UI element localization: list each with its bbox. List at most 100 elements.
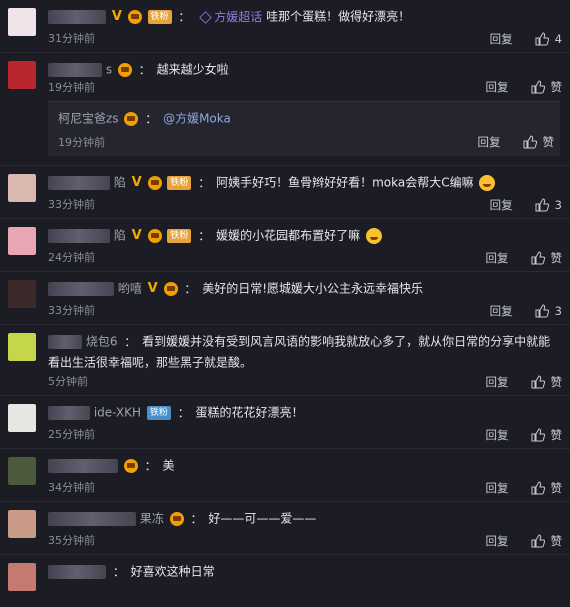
avatar[interactable] (8, 563, 36, 591)
like-button[interactable]: 赞 (531, 533, 563, 549)
crown-icon (124, 111, 139, 126)
username-blurred[interactable] (48, 334, 82, 349)
username-blurred[interactable] (48, 9, 106, 24)
thumbs-up-icon (531, 375, 545, 389)
like-button[interactable]: 3 (535, 304, 562, 318)
comment-text: 美 (162, 458, 175, 473)
avatar[interactable] (8, 457, 36, 485)
avatar[interactable] (8, 404, 36, 432)
comment-time: 33分钟前 (48, 304, 95, 317)
emoji-icon (365, 227, 382, 244)
thumbs-up-icon (531, 481, 545, 495)
like-button[interactable]: 赞 (531, 250, 563, 266)
comment-item: 果冻 ： 好——可——爱—— 35分钟前 回复 赞 (0, 502, 570, 555)
reply-button[interactable]: 回复 (490, 197, 513, 213)
avatar[interactable] (8, 280, 36, 308)
comment-item: 烧包6 ： 看到媛媛并没有受到风言风语的影响我就放心多了，就从你日常的分享中就能… (0, 325, 570, 396)
reply-button[interactable]: 回复 (486, 480, 509, 496)
comment-text: 媛媛的小花园都布置好了嘛 (216, 228, 361, 243)
comment-item: 陷 V 铁粉 ： 媛媛的小花园都布置好了嘛 24分钟前 回复 赞 (0, 219, 570, 272)
reply-button[interactable]: 回复 (486, 374, 509, 390)
like-button[interactable]: 赞 (523, 134, 555, 150)
username-blurred[interactable] (48, 458, 118, 473)
like-button[interactable]: 赞 (531, 427, 563, 443)
comment-text: 哇那个蛋糕！做得好漂亮！ (266, 9, 411, 24)
thumbs-up-icon (531, 534, 545, 548)
comment-time: 5分钟前 (48, 375, 88, 388)
like-label: 赞 (550, 534, 563, 548)
username-blurred[interactable] (48, 511, 136, 526)
avatar[interactable] (8, 8, 36, 36)
verified-v-icon: V (131, 227, 142, 243)
reply-button[interactable]: 回复 (490, 31, 513, 47)
comment-text: 蛋糕的花花好漂亮！ (195, 405, 304, 420)
comment-text: 好——可——爱—— (208, 511, 317, 526)
like-count: 3 (554, 304, 562, 318)
like-button[interactable]: 赞 (531, 79, 563, 95)
comment-item: ： 好喜欢这种日常 (0, 555, 570, 607)
reply-thread: 柯尼宝爸zs ： @方媛Moka 19分钟前 回复 赞 (48, 101, 560, 156)
avatar[interactable] (8, 227, 36, 255)
username-blurred[interactable] (48, 228, 110, 243)
emoji-icon (479, 174, 496, 191)
thumbs-up-icon (531, 251, 545, 265)
comment-item: V 铁粉 ： 方媛超话 哇那个蛋糕！做得好漂亮！ 31分钟前 回复 4 (0, 0, 570, 53)
username-blurred[interactable] (48, 175, 110, 190)
crown-icon (117, 62, 132, 77)
thumbs-up-icon (535, 304, 549, 318)
diamond-icon (199, 10, 212, 24)
comment-time: 33分钟前 (48, 198, 95, 211)
username-blurred[interactable] (48, 62, 102, 77)
reply-button[interactable]: 回复 (486, 250, 509, 266)
comment-time: 24分钟前 (48, 251, 95, 264)
like-button[interactable]: 赞 (531, 374, 563, 390)
verified-v-icon: V (111, 8, 122, 24)
crown-icon (123, 458, 138, 473)
avatar[interactable] (8, 333, 36, 361)
verified-v-icon: V (131, 174, 142, 190)
crown-icon (147, 228, 162, 243)
avatar[interactable] (8, 174, 36, 202)
comment-item: 陷 V 铁粉 ： 阿姨手好巧！鱼骨辫好好看！moka会帮大C编嘛 33分钟前 回… (0, 166, 570, 219)
reply-button[interactable]: 回复 (486, 427, 509, 443)
like-button[interactable]: 3 (535, 198, 562, 212)
reply-button[interactable]: 回复 (478, 134, 501, 150)
thumbs-up-icon (531, 80, 545, 94)
fan-badge: 铁粉 (147, 9, 172, 24)
like-button[interactable]: 赞 (531, 480, 562, 496)
like-label: 赞 (550, 251, 563, 265)
comment-text: 阿姨手好巧！鱼骨辫好好看！moka会帮大C编嘛 (216, 175, 474, 190)
like-button[interactable]: 4 (535, 32, 562, 46)
reply-button[interactable]: 回复 (486, 533, 509, 549)
comment-time: 31分钟前 (48, 32, 95, 45)
avatar[interactable] (8, 61, 36, 89)
like-count: 4 (554, 32, 562, 46)
reply-button[interactable]: 回复 (490, 303, 513, 319)
comment-text: 越来越少女啦 (156, 62, 229, 77)
like-label: 赞 (542, 135, 555, 149)
mention-link[interactable]: @方媛Moka (163, 112, 231, 126)
reply-button[interactable]: 回复 (486, 79, 509, 95)
avatar[interactable] (8, 510, 36, 538)
like-label: 赞 (550, 428, 563, 442)
fan-badge: 铁粉 (167, 175, 192, 190)
comment-time: 35分钟前 (48, 534, 95, 547)
super-topic-link[interactable]: 方媛超话 (199, 10, 262, 24)
comment-item: ide-XKH 铁粉 ： 蛋糕的花花好漂亮！ 25分钟前 回复 赞 (0, 396, 570, 449)
comment-list: V 铁粉 ： 方媛超话 哇那个蛋糕！做得好漂亮！ 31分钟前 回复 4 s ： … (0, 0, 570, 607)
crown-icon (147, 175, 162, 190)
comment-item: ： 美 34分钟前 回复 赞 (0, 449, 570, 502)
reply-username[interactable]: 柯尼宝爸zs (58, 112, 119, 126)
crown-icon (127, 9, 142, 24)
like-label: 赞 (550, 375, 563, 389)
fan-badge: 铁粉 (146, 405, 171, 420)
username-blurred[interactable] (48, 405, 90, 420)
username-blurred[interactable] (48, 564, 106, 579)
fan-badge: 铁粉 (167, 228, 192, 243)
comment-text: 好喜欢这种日常 (130, 564, 215, 579)
thumbs-up-icon (535, 32, 549, 46)
crown-icon (169, 511, 184, 526)
like-label: 赞 (550, 80, 563, 94)
username-blurred[interactable] (48, 281, 114, 296)
crown-icon (163, 281, 178, 296)
